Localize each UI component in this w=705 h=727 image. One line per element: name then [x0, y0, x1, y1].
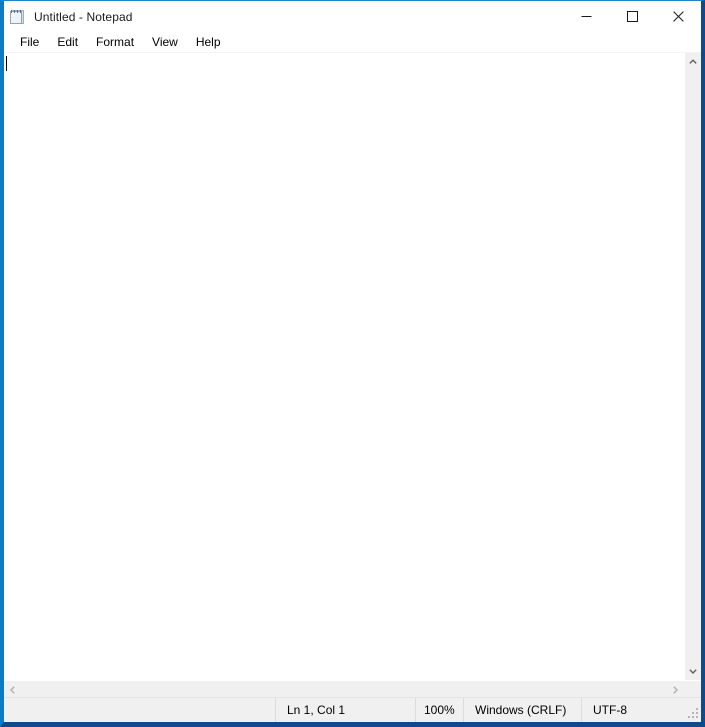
vertical-scroll-track[interactable] — [685, 70, 701, 663]
scroll-down-button[interactable] — [685, 663, 701, 680]
maximize-icon — [626, 11, 638, 22]
notepad-window: Untitled - Notepad File Edit Format View… — [0, 0, 705, 727]
status-bar: Ln 1, Col 1 100% Windows (CRLF) UTF-8 — [4, 697, 701, 722]
chevron-right-icon — [673, 685, 678, 694]
editor-region — [4, 53, 701, 698]
menu-item-file[interactable]: File — [11, 32, 48, 52]
menu-item-help[interactable]: Help — [187, 32, 230, 52]
menu-item-format[interactable]: Format — [87, 32, 143, 52]
scroll-up-button[interactable] — [685, 53, 701, 70]
maximize-button[interactable] — [609, 1, 655, 32]
resize-grip-icon[interactable] — [687, 708, 699, 720]
close-icon — [672, 11, 684, 22]
menu-item-view[interactable]: View — [143, 32, 187, 52]
status-zoom-level[interactable]: 100% — [415, 698, 463, 722]
menu-bar: File Edit Format View Help — [4, 32, 701, 53]
window-controls — [563, 1, 701, 32]
scroll-left-button[interactable] — [4, 681, 21, 698]
status-spacer — [4, 698, 275, 722]
window-title: Untitled - Notepad — [34, 9, 133, 24]
chevron-up-icon — [689, 59, 697, 64]
editor-row — [4, 53, 701, 680]
text-editor[interactable] — [4, 53, 684, 680]
vertical-scrollbar[interactable] — [684, 53, 701, 680]
minimize-icon — [581, 16, 591, 17]
status-line-column[interactable]: Ln 1, Col 1 — [275, 698, 415, 722]
chevron-left-icon — [10, 685, 15, 694]
scroll-right-button[interactable] — [667, 681, 684, 698]
scrollbar-corner — [684, 681, 701, 697]
status-encoding[interactable]: UTF-8 — [581, 698, 701, 722]
chevron-down-icon — [689, 669, 697, 674]
title-bar[interactable]: Untitled - Notepad — [4, 1, 701, 32]
menu-item-edit[interactable]: Edit — [48, 32, 87, 52]
horizontal-scrollbar[interactable] — [4, 680, 701, 698]
text-caret — [6, 56, 7, 71]
close-button[interactable] — [655, 1, 701, 32]
status-line-ending[interactable]: Windows (CRLF) — [463, 698, 581, 722]
minimize-button[interactable] — [563, 1, 609, 32]
notepad-icon — [10, 9, 26, 25]
horizontal-scroll-track[interactable] — [21, 681, 667, 697]
